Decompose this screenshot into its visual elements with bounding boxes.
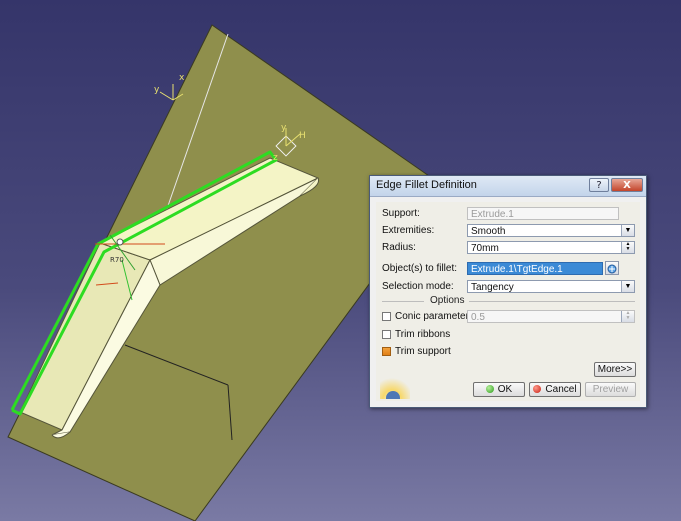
extremities-dropdown[interactable]: Smooth ▼ <box>467 224 635 237</box>
chevron-down-icon[interactable]: ▼ <box>621 225 634 236</box>
trim-support-checkbox[interactable] <box>382 347 391 356</box>
objects-label: Object(s) to fillet: <box>382 263 458 274</box>
ok-label: OK <box>497 384 513 395</box>
support-label: Support: <box>382 208 420 219</box>
edge-fillet-dialog[interactable]: Edge Fillet Definition ? X Support: Extr… <box>369 175 647 408</box>
selection-mode-dropdown[interactable]: Tangency ▼ <box>467 280 635 293</box>
spin-arrows-icon: ▲ ▼ <box>621 311 634 322</box>
options-heading: Options <box>430 295 465 306</box>
trim-support-label: Trim support <box>395 346 451 357</box>
catia-logo <box>380 375 410 399</box>
support-field[interactable]: Extrude.1 <box>467 207 619 220</box>
cancel-dot-icon <box>533 385 542 393</box>
selection-mode-value: Tangency <box>471 282 514 293</box>
globe-icon <box>386 391 400 399</box>
cancel-label: Cancel <box>545 384 577 395</box>
radius-value: 70mm <box>471 243 499 254</box>
cancel-button[interactable]: Cancel <box>529 382 581 397</box>
trim-ribbons-label: Trim ribbons <box>395 329 451 340</box>
svg-text:y: y <box>154 85 160 95</box>
ok-button[interactable]: OK <box>473 382 525 397</box>
dialog-titlebar[interactable]: Edge Fillet Definition ? X <box>370 176 646 197</box>
conic-spinner[interactable]: 0.5 ▲ ▼ <box>467 310 635 323</box>
options-separator-right <box>469 301 635 302</box>
conic-checkbox[interactable] <box>382 312 391 321</box>
extremities-label: Extremities: <box>382 225 435 236</box>
extremities-value: Smooth <box>471 226 506 237</box>
radius-spinner[interactable]: 70mm ▲ ▼ <box>467 241 635 254</box>
preview-button[interactable]: Preview <box>585 382 636 397</box>
svg-text:R70: R70 <box>110 256 124 264</box>
trim-ribbons-checkbox[interactable] <box>382 330 391 339</box>
svg-text:y: y <box>281 123 287 133</box>
selection-mode-label: Selection mode: <box>382 281 454 292</box>
ok-dot-icon <box>485 385 494 393</box>
help-button[interactable]: ? <box>589 178 609 192</box>
small-axis-icon: y x <box>154 73 185 101</box>
svg-text:z: z <box>273 153 278 163</box>
conic-label: Conic parameter: <box>395 311 472 322</box>
svg-text:H: H <box>299 131 306 141</box>
objects-field[interactable]: Extrude.1\TgtEdge.1 <box>467 262 603 275</box>
dialog-title: Edge Fillet Definition <box>376 179 477 191</box>
spin-arrows-icon[interactable]: ▲ ▼ <box>621 242 634 253</box>
selection-list-icon <box>607 264 617 274</box>
more-button[interactable]: More>> <box>594 362 636 377</box>
options-separator-left <box>382 301 424 302</box>
close-button[interactable]: X <box>611 178 643 192</box>
chevron-down-icon[interactable]: ▼ <box>621 281 634 292</box>
selection-list-button[interactable] <box>605 261 619 275</box>
svg-text:x: x <box>179 73 185 83</box>
conic-value: 0.5 <box>471 312 485 323</box>
radius-label: Radius: <box>382 242 416 253</box>
dialog-body: Support: Extrude.1 Extremities: Smooth ▼… <box>376 202 640 401</box>
